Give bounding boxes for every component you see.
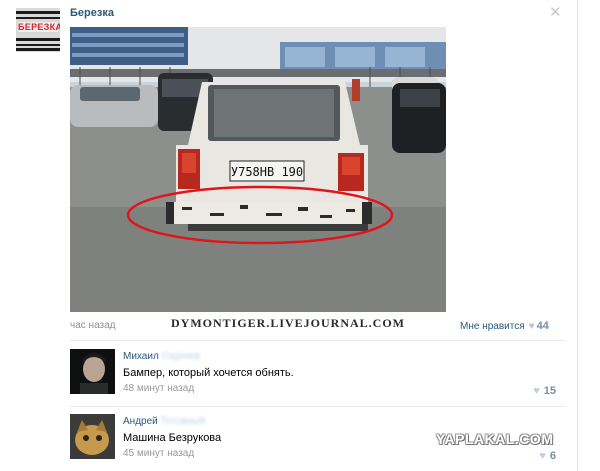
comment-time[interactable]: 48 минут назад [123,383,194,394]
heart-icon: ♥ [533,385,540,397]
post-like-button[interactable]: Мне нравится ♥ 44 [460,320,549,332]
comment-text: Машина Безрукова [123,432,222,444]
group-logo-text: БЕРЕЗКА [18,22,60,32]
like-count: 44 [536,320,549,332]
heart-icon: ♥ [539,450,546,462]
comment-author[interactable]: Михаил Сергеев [123,351,200,362]
license-plate: У758НВ 190 [231,165,303,179]
close-icon[interactable]: ✕ [549,3,562,21]
like-label: Мне нравится [460,321,525,332]
divider [577,0,578,471]
divider [70,340,566,341]
post-time[interactable]: час назад [70,320,116,331]
post-card: БЕРЕЗКА Березка ✕ У758НВ 190 час назад D… [0,0,600,471]
comment-author[interactable]: Андрей Тотовный [123,416,205,427]
livejournal-watermark: DYMONTIGER.LIVEJOURNAL.COM [171,316,406,330]
divider [70,406,566,407]
comment-time[interactable]: 45 минут назад [123,448,194,459]
comment-text: Бампер, который хочется обнять. [123,367,294,379]
yaplakal-watermark: YAPLAKAL.COM [436,431,554,447]
commenter-avatar[interactable] [70,349,115,394]
post-photo[interactable]: У758НВ 190 [70,27,446,312]
comment-like-button[interactable]: ♥ 15 [533,385,556,397]
comment-like-button[interactable]: ♥ 6 [539,450,556,462]
group-avatar[interactable]: БЕРЕЗКА [16,8,60,52]
comment-item: Михаил Сергеев Бампер, который хочется об… [70,349,566,397]
heart-icon: ♥ [528,321,535,332]
group-name-link[interactable]: Березка [70,7,114,19]
commenter-avatar[interactable] [70,414,115,459]
